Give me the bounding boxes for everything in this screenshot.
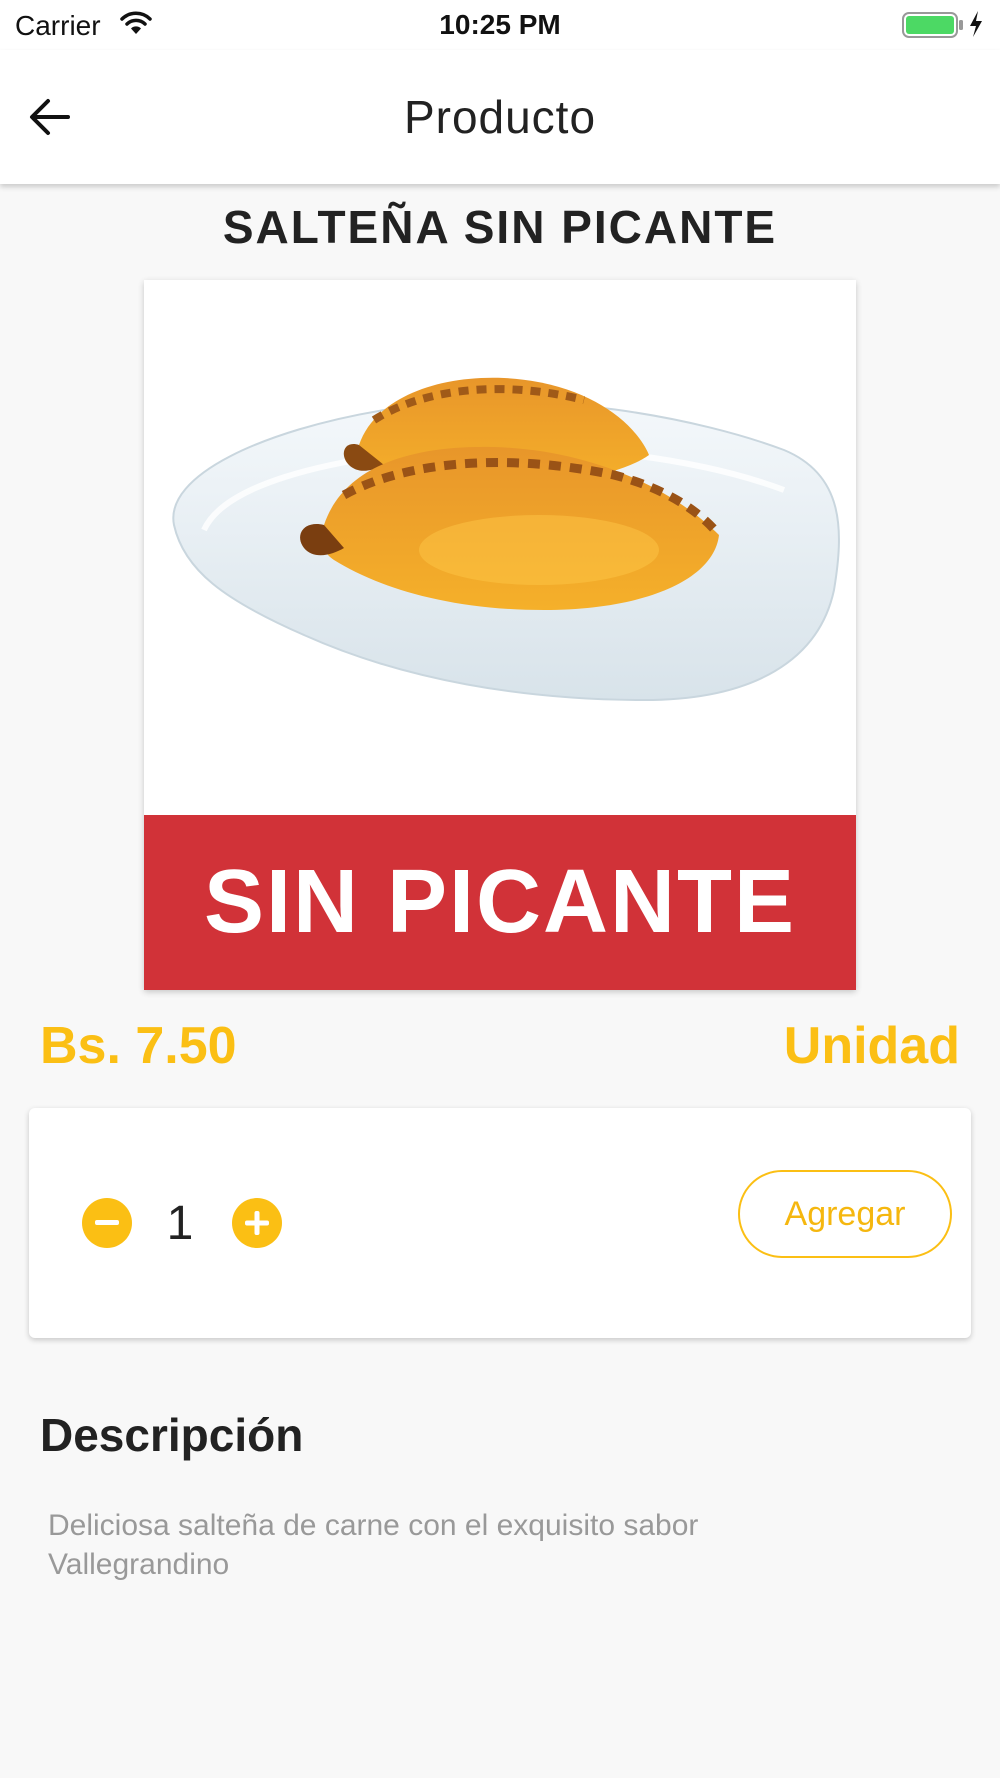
quantity-decrease-button[interactable] — [82, 1198, 132, 1248]
page-title: Producto — [403, 91, 597, 143]
product-image-banner: SIN PICANTE — [144, 815, 856, 990]
app-bar: Producto — [0, 50, 1000, 184]
quantity-increase-button[interactable] — [232, 1198, 282, 1248]
plus-circle-icon — [245, 1211, 269, 1235]
order-card: 1 Agregar — [29, 1108, 971, 1338]
add-to-cart-button[interactable]: Agregar — [738, 1170, 952, 1258]
saltena-photo — [172, 377, 840, 702]
product-name: SALTEÑA SIN PICANTE — [222, 201, 778, 253]
product-price: Bs. 7.50 — [40, 1017, 237, 1075]
product-image-banner-text: SIN PICANTE — [203, 852, 797, 952]
description-title: Descripción — [40, 1409, 304, 1461]
product-image: SIN PICANTE — [144, 280, 856, 990]
quantity-value: 1 — [166, 1197, 194, 1250]
battery-icon — [902, 12, 964, 43]
product-unit: Unidad — [783, 1017, 960, 1075]
charging-bolt-icon — [968, 10, 984, 43]
minus-circle-icon — [95, 1220, 119, 1225]
description-text: Deliciosa salteña de carne con el exquis… — [48, 1509, 699, 1581]
status-bar: Carrier 10:25 PM — [0, 0, 1000, 50]
status-time: 10:25 PM — [439, 9, 561, 40]
